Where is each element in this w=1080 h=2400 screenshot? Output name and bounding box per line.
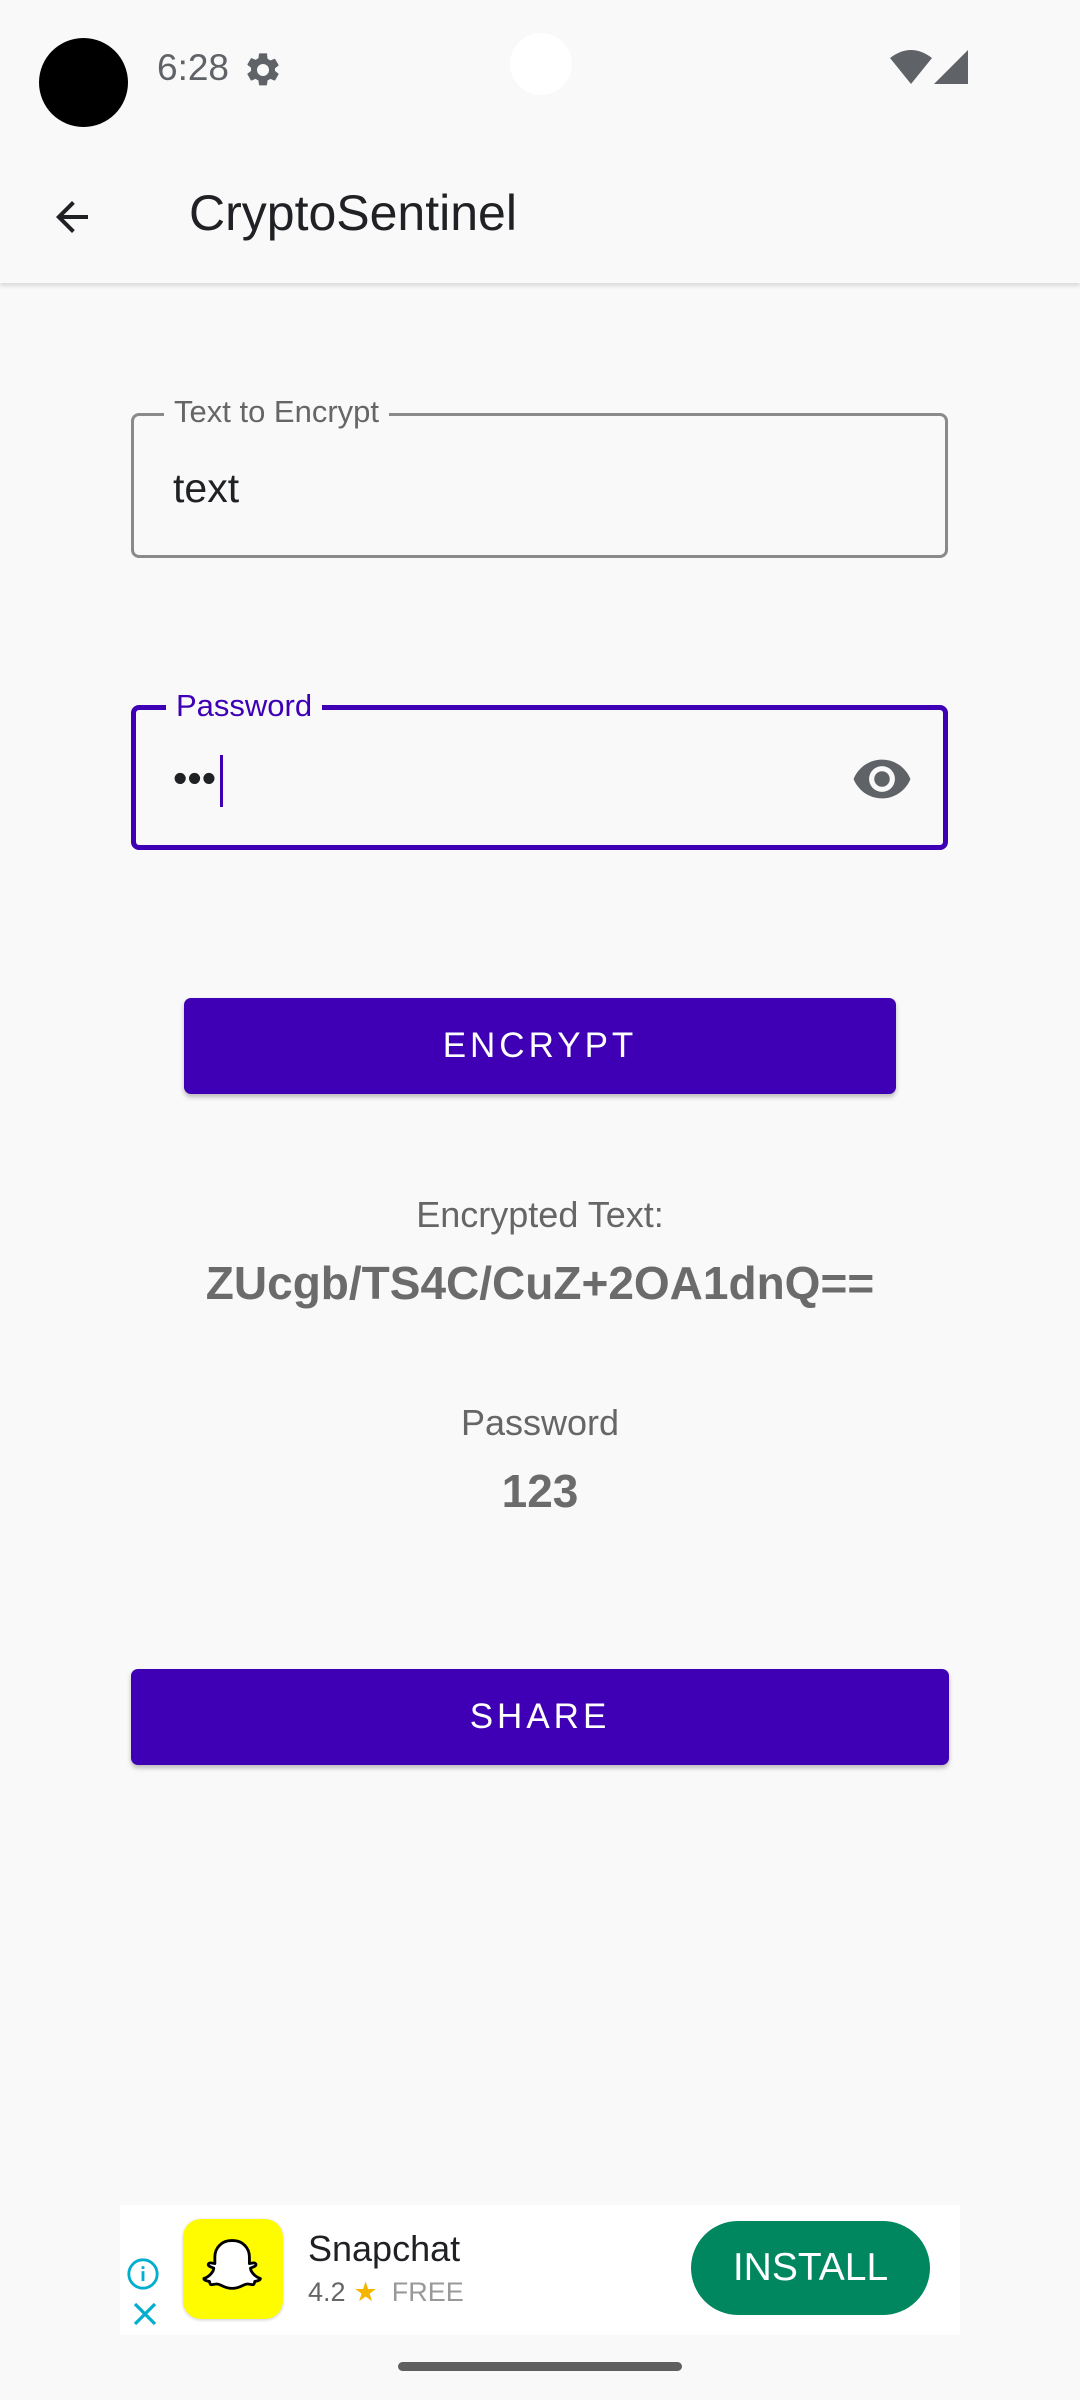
install-button[interactable]: INSTALL xyxy=(691,2221,930,2315)
encrypted-text-label: Encrypted Text: xyxy=(416,1194,664,1235)
camera-cutout xyxy=(510,33,572,95)
home-indicator[interactable] xyxy=(398,2362,682,2371)
text-to-encrypt-label: Text to Encrypt xyxy=(164,392,390,432)
app-bar: CryptoSentinel xyxy=(0,135,1080,283)
text-caret xyxy=(220,755,224,808)
share-button[interactable]: SHARE xyxy=(131,1669,949,1765)
password-result-label: Password xyxy=(460,1402,620,1443)
status-time: 6:28 xyxy=(157,47,230,88)
status-avatar xyxy=(39,38,128,127)
password-input[interactable]: ••• xyxy=(173,754,224,808)
text-to-encrypt-field[interactable]: Text to Encrypt text xyxy=(131,392,948,558)
encrypted-text-value: ZUcgb/TS4C/CuZ+2OA1dnQ== xyxy=(205,1257,875,1309)
text-to-encrypt-input[interactable]: text xyxy=(173,464,239,512)
ad-app-meta: 4.2 ★ FREE xyxy=(308,2275,464,2309)
app-title: CryptoSentinel xyxy=(189,185,517,241)
back-button[interactable] xyxy=(30,175,114,259)
password-visibility-toggle[interactable] xyxy=(847,744,917,814)
ad-price: FREE xyxy=(391,2277,464,2307)
encrypt-button[interactable]: ENCRYPT xyxy=(184,998,896,1094)
ad-app-name: Snapchat xyxy=(308,2228,461,2269)
cell-signal-icon xyxy=(934,50,968,84)
password-field-label: Password xyxy=(166,686,323,726)
gear-icon xyxy=(247,53,279,86)
ad-close-icon[interactable] xyxy=(130,2299,160,2329)
eye-icon xyxy=(853,759,911,799)
ad-info-icon[interactable] xyxy=(126,2257,160,2291)
arrow-back-icon xyxy=(56,201,88,233)
status-bar: 6:28 xyxy=(0,0,1080,135)
snapchat-logo-icon xyxy=(183,2219,283,2319)
password-field[interactable]: Password ••• xyxy=(131,686,948,850)
screen: 6:28 CryptoSentinel Text to Encrypt text… xyxy=(0,0,1080,2400)
wifi-icon xyxy=(890,50,932,84)
ad-banner[interactable]: Snapchat 4.2 ★ FREE INSTALL xyxy=(120,2205,960,2335)
ad-rating: 4.2 xyxy=(308,2277,346,2307)
password-result-value: 123 xyxy=(501,1465,579,1517)
password-masked-text: ••• xyxy=(173,755,217,801)
star-icon: ★ xyxy=(353,2277,378,2307)
